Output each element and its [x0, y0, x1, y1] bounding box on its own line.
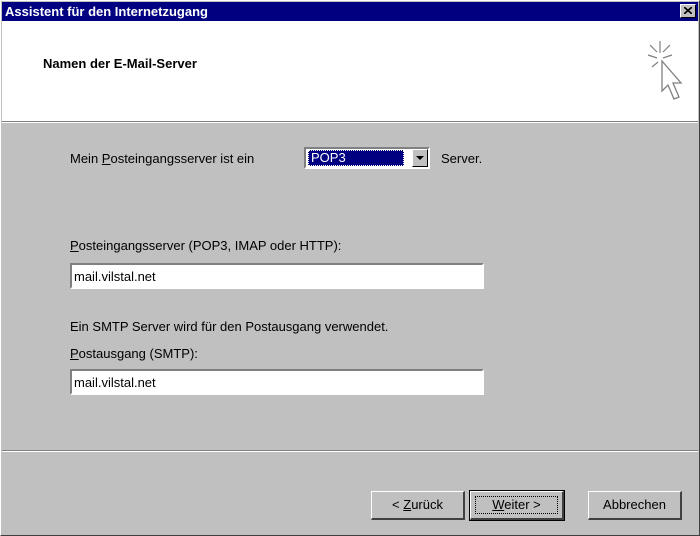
focus-rect	[475, 496, 558, 514]
close-button[interactable]	[680, 4, 696, 18]
chevron-down-icon	[416, 156, 424, 160]
next-button[interactable]: Weiter >	[469, 490, 565, 521]
outgoing-server-label: Postausgang (SMTP):	[70, 346, 198, 361]
window-title: Assistent für den Internetzugang	[5, 4, 208, 19]
outgoing-server-field[interactable]	[70, 369, 484, 395]
page-title: Namen der E-Mail-Server	[43, 56, 197, 71]
wizard-cursor-icon	[647, 41, 683, 100]
dropdown-button[interactable]	[412, 149, 428, 167]
footer-separator	[2, 450, 698, 452]
server-type-select[interactable]: POP3	[304, 147, 430, 169]
server-type-label: Mein Posteingangsserver ist ein	[70, 151, 255, 166]
wizard-window: Assistent für den Internetzugang Namen d…	[0, 0, 700, 536]
server-type-value: POP3	[308, 150, 404, 166]
server-suffix: Server.	[441, 151, 483, 166]
title-bar[interactable]: Assistent für den Internetzugang	[2, 2, 698, 21]
close-icon	[684, 7, 692, 14]
wizard-header: Namen der E-Mail-Server	[2, 21, 698, 121]
incoming-server-label: Posteingangsserver (POP3, IMAP oder HTTP…	[70, 238, 342, 253]
header-separator	[2, 121, 698, 123]
back-button[interactable]: < Zurück	[371, 491, 465, 520]
smtp-note: Ein SMTP Server wird für den Postausgang…	[70, 319, 389, 334]
incoming-server-field[interactable]	[70, 263, 484, 289]
cancel-button[interactable]: Abbrechen	[588, 491, 682, 520]
